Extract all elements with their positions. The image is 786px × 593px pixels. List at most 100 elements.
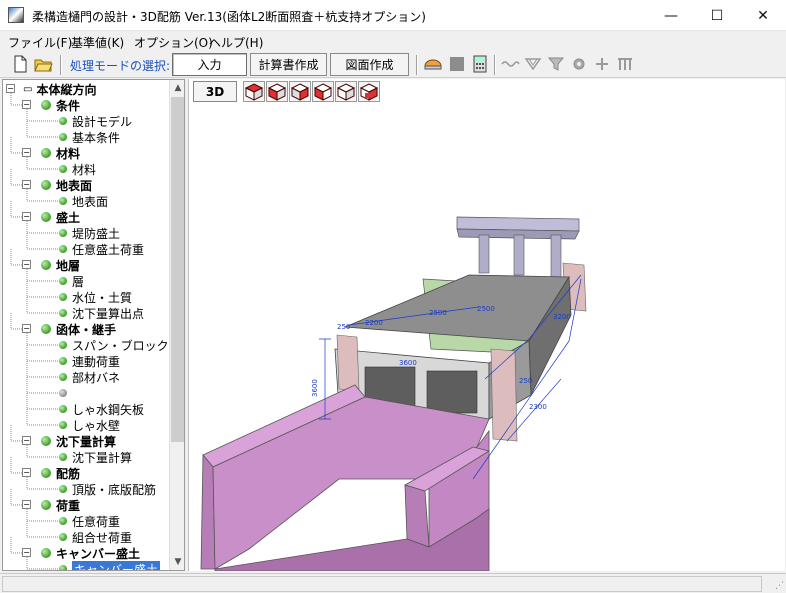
status-panel bbox=[2, 576, 762, 592]
minimize-button[interactable]: — bbox=[648, 0, 694, 31]
maximize-button[interactable]: ☐ bbox=[694, 0, 740, 31]
tree-item-label: 本体縦方向 bbox=[36, 82, 97, 97]
menu-option[interactable]: オプション(O) bbox=[134, 34, 213, 51]
tree-collapse-icon[interactable]: − bbox=[22, 100, 31, 109]
view-cube-top-icon[interactable] bbox=[358, 81, 380, 102]
tree-item-label: 堤防盛土 bbox=[72, 226, 121, 241]
tree-item-5-5[interactable]: しゃ水壁 bbox=[59, 417, 120, 433]
split-icon[interactable] bbox=[592, 54, 612, 74]
close-button[interactable]: ✕ bbox=[740, 0, 786, 31]
tree-item-label: しゃ水壁 bbox=[72, 418, 121, 433]
dim-label-top-2: 2500 bbox=[477, 305, 495, 313]
funnel-icon[interactable] bbox=[523, 54, 543, 74]
tree-group-8[interactable]: 荷重 bbox=[41, 497, 80, 513]
tree-group-1[interactable]: 材料 bbox=[41, 145, 80, 161]
new-file-icon[interactable] bbox=[10, 54, 30, 74]
tree-item-0-0[interactable]: 設計モデル bbox=[59, 113, 132, 129]
status-green-icon bbox=[59, 453, 67, 461]
tree-collapse-icon[interactable]: − bbox=[22, 324, 31, 333]
tree-collapse-icon[interactable]: − bbox=[22, 180, 31, 189]
tree-item-4-2[interactable]: 沈下量算出点 bbox=[59, 305, 144, 321]
tree-collapse-icon[interactable]: − bbox=[22, 436, 31, 445]
3d-view-panel[interactable]: 3600 3600 2500 2500 2200 250 250 3200 23… bbox=[188, 79, 785, 571]
scroll-thumb[interactable] bbox=[171, 97, 184, 442]
title-bar: 柔構造樋門の設計・3D配筋 Ver.13(函体L2断面照査＋杭支持オプション) … bbox=[0, 0, 786, 31]
open-folder-icon[interactable] bbox=[33, 54, 53, 74]
tree-item-3-1[interactable]: 任意盛土荷重 bbox=[59, 241, 144, 257]
tree-item-5-0[interactable]: スパン・ブロック bbox=[59, 337, 169, 353]
status-green-icon bbox=[59, 421, 67, 429]
mode-report-button[interactable]: 計算書作成 bbox=[250, 53, 327, 76]
resize-grip-icon[interactable]: ⋰ bbox=[775, 581, 784, 591]
tree-root[interactable]: ▭ 本体縦方向 bbox=[23, 81, 96, 97]
mode-input-button[interactable]: 入力 bbox=[172, 53, 247, 76]
tree-item-label: 連動荷重 bbox=[72, 354, 121, 369]
tree-collapse-icon[interactable]: − bbox=[22, 260, 31, 269]
calculator-icon[interactable] bbox=[470, 54, 490, 74]
tree-group-5[interactable]: 函体・継手 bbox=[41, 321, 116, 337]
tree-group-9[interactable]: キャンバー盛土 bbox=[41, 545, 140, 561]
tree-group-2[interactable]: 地表面 bbox=[41, 177, 92, 193]
tree-item-0-1[interactable]: 基本条件 bbox=[59, 129, 120, 145]
tree-group-6[interactable]: 沈下量計算 bbox=[41, 433, 116, 449]
view-cube-left-icon[interactable] bbox=[312, 81, 334, 102]
tree-collapse-icon[interactable]: − bbox=[22, 500, 31, 509]
tree-item-label: 組合せ荷重 bbox=[72, 530, 133, 545]
tree-group-3[interactable]: 盛土 bbox=[41, 209, 80, 225]
scroll-down-icon[interactable]: ▼ bbox=[170, 554, 184, 570]
tree-item-label: 函体・継手 bbox=[56, 322, 117, 337]
tree-item-label: 任意盛土荷重 bbox=[72, 242, 145, 257]
tree-collapse-icon[interactable]: − bbox=[22, 212, 31, 221]
dim-label-top-3: 2200 bbox=[365, 319, 383, 327]
tree-group-0[interactable]: 条件 bbox=[41, 97, 80, 113]
tree-item-9-0[interactable]: キャンバー盛土 bbox=[59, 560, 161, 570]
3d-model-scene[interactable]: 3600 3600 2500 2500 2200 250 250 3200 23… bbox=[189, 79, 786, 571]
tree-collapse-icon[interactable]: − bbox=[6, 84, 15, 93]
view-cube-back-icon[interactable] bbox=[335, 81, 357, 102]
tree-item-label: スパン・ブロック bbox=[72, 338, 169, 353]
tree-item-4-1[interactable]: 水位・土質 bbox=[59, 289, 132, 305]
tree-group-7[interactable]: 配筋 bbox=[41, 465, 80, 481]
tree-collapse-icon[interactable]: − bbox=[22, 548, 31, 557]
tree-item-5-2[interactable]: 部材バネ bbox=[59, 369, 120, 385]
status-green-icon bbox=[41, 260, 51, 270]
tree-item-5-4[interactable]: しゃ水鋼矢板 bbox=[59, 401, 144, 417]
tree-item-8-0[interactable]: 任意荷重 bbox=[59, 513, 120, 529]
view-cube-iso-icon[interactable] bbox=[243, 81, 265, 102]
tree-collapse-icon[interactable]: − bbox=[22, 148, 31, 157]
scroll-up-icon[interactable]: ▲ bbox=[170, 80, 184, 96]
status-green-icon bbox=[59, 309, 67, 317]
tree-item-2-0[interactable]: 地表面 bbox=[59, 193, 108, 209]
mode-drawing-button[interactable]: 図面作成 bbox=[330, 53, 409, 76]
tree-item-5-3[interactable] bbox=[59, 385, 72, 401]
menu-file[interactable]: ファイル(F) bbox=[8, 34, 72, 51]
tree-item-1-0[interactable]: 材料 bbox=[59, 161, 96, 177]
menu-kijunchi[interactable]: 基準値(K) bbox=[71, 34, 124, 51]
wave-icon[interactable] bbox=[500, 54, 520, 74]
menu-help[interactable]: ヘルプ(H) bbox=[209, 34, 263, 51]
tree-item-label: 頂版・底版配筋 bbox=[72, 482, 157, 497]
view-cube-right-icon[interactable] bbox=[289, 81, 311, 102]
tree-scrollbar[interactable]: ▲ ▼ bbox=[169, 80, 184, 570]
dome-icon[interactable] bbox=[423, 54, 443, 74]
view-3d-button[interactable]: 3D bbox=[193, 81, 237, 102]
tree-item-5-1[interactable]: 連動荷重 bbox=[59, 353, 120, 369]
cog-icon[interactable] bbox=[569, 54, 589, 74]
app-icon[interactable] bbox=[8, 7, 24, 23]
tree-collapse-icon[interactable]: − bbox=[22, 468, 31, 477]
status-green-icon bbox=[59, 533, 67, 541]
stop-icon[interactable] bbox=[447, 54, 467, 74]
filter-gear-icon[interactable] bbox=[546, 54, 566, 74]
tree-item-4-0[interactable]: 層 bbox=[59, 273, 84, 289]
status-green-icon bbox=[41, 324, 51, 334]
tree-item-6-0[interactable]: 沈下量計算 bbox=[59, 449, 132, 465]
tree-item-8-1[interactable]: 組合せ荷重 bbox=[59, 529, 132, 545]
view-cube-front-icon[interactable] bbox=[266, 81, 288, 102]
tree-group-4[interactable]: 地層 bbox=[41, 257, 80, 273]
tree-item-3-0[interactable]: 堤防盛土 bbox=[59, 225, 120, 241]
toolbar: 処理モードの選択: 入力 計算書作成 図面作成 bbox=[0, 51, 786, 78]
status-green-icon bbox=[41, 468, 51, 478]
tree-item-7-0[interactable]: 頂版・底版配筋 bbox=[59, 481, 156, 497]
columns-icon[interactable] bbox=[615, 54, 635, 74]
tree-root-icon: ▭ bbox=[23, 83, 33, 95]
